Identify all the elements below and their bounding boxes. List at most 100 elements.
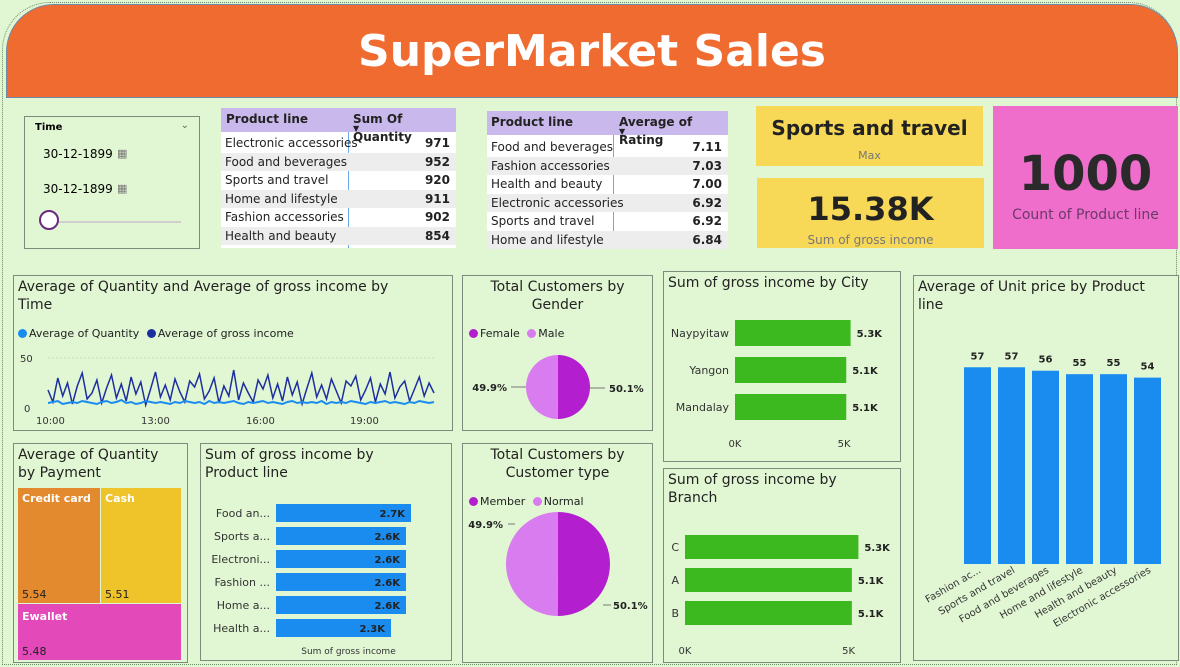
time-series-panel: Average of Quantity and Average of gross…	[13, 275, 453, 431]
customer-type-panel: Total Customers by Customer type Member …	[462, 443, 653, 663]
table-cell-value[interactable]: 920	[425, 171, 450, 189]
y-tick-label: 0	[24, 404, 30, 415]
time-slicer[interactable]: Time ⌄ 30-12-1899 ▦ 30-12-1899 ▦	[24, 116, 200, 249]
column-header[interactable]: Average of Rating	[619, 113, 728, 147]
sort-icon[interactable]: ▼	[353, 124, 359, 133]
legend-label[interactable]: Average of gross income	[158, 327, 294, 340]
bar	[735, 320, 851, 346]
slider-handle[interactable]	[39, 210, 59, 230]
category-label: Health a...	[213, 622, 270, 635]
x-axis-label: Sum of gross income	[301, 647, 396, 657]
tile-value: 5.51	[105, 588, 130, 601]
chart-title: Sum of gross income by Product line	[205, 447, 374, 481]
kpi-label: Sum of gross income	[807, 233, 934, 247]
table-cell-value[interactable]: 7.11	[692, 138, 722, 156]
kpi-value: Sports and travel	[771, 116, 968, 140]
data-label: 5.3K	[864, 543, 891, 554]
category-label: Mandalay	[676, 401, 730, 414]
data-label: 50.1%	[613, 601, 648, 612]
bar	[685, 601, 852, 625]
table-cell-product[interactable]: Fashion accessories	[491, 157, 610, 175]
table-cell-value[interactable]: 911	[425, 190, 450, 208]
table-cell-product[interactable]: Sports and travel	[491, 212, 594, 230]
tile-value: 5.54	[22, 588, 47, 601]
bar	[735, 357, 847, 383]
table-cell-product[interactable]: Fashion accessories	[225, 208, 344, 226]
city-bar-chart[interactable]: Naypyitaw 5.3K Yangon 5.1K Mandalay 5.1K 0K 5K	[664, 296, 900, 461]
treemap-tile[interactable]: Cash 5.51	[101, 488, 181, 603]
table-cell-product[interactable]: Food and beverages	[225, 153, 347, 171]
bar	[964, 367, 991, 564]
bar	[685, 568, 852, 592]
legend-label[interactable]: Average of Quantity	[29, 327, 139, 340]
start-date-field[interactable]: 30-12-1899	[43, 147, 113, 161]
legend-swatch	[18, 329, 27, 338]
chart-title: Average of Quantity and Average of gross…	[18, 279, 389, 313]
treemap-tile[interactable]: Credit card 5.54	[18, 488, 100, 603]
table-cell-value[interactable]: 854	[425, 227, 450, 245]
quantity-table: Product line Sum Of Quantity ▼ Electroni…	[221, 108, 456, 248]
table-cell-value[interactable]: 7.00	[692, 175, 722, 193]
title-banner: SuperMarket Sales	[6, 4, 1178, 98]
bar	[685, 535, 859, 559]
sort-icon[interactable]: ▼	[619, 127, 625, 136]
table-cell-product[interactable]: Health and beauty	[491, 175, 602, 193]
gender-pie-chart[interactable]: 50.1% 49.9%	[463, 342, 652, 432]
table-cell-value[interactable]: 6.84	[692, 231, 722, 249]
table-cell-value[interactable]: 902	[425, 208, 450, 226]
bar	[1100, 374, 1127, 564]
branch-bar-chart[interactable]: C 5.3K A 5.1K B 5.1K 0K 5K	[664, 513, 900, 663]
category-label: Electroni...	[211, 553, 270, 566]
table-cell-product[interactable]: Home and lifestyle	[491, 231, 604, 249]
end-date-field[interactable]: 30-12-1899	[43, 182, 113, 196]
legend-label[interactable]: Male	[538, 327, 564, 340]
table-cell-product[interactable]: Food and beverages	[491, 138, 613, 156]
table-cell-product[interactable]: Sports and travel	[225, 171, 328, 189]
customer-type-pie-chart[interactable]: 50.1% 49.9%	[463, 510, 652, 660]
unit-price-bar-chart[interactable]: 57Fashion ac...57Sports and travel56Food…	[914, 320, 1178, 660]
time-series-chart[interactable]: 50 0 10:00 13:00 16:00 19:00	[14, 342, 452, 432]
category-label: Home a...	[217, 599, 270, 612]
data-label: 56	[1039, 355, 1053, 366]
column-header[interactable]: Product line	[226, 110, 308, 128]
legend-swatch	[469, 497, 478, 506]
product-income-bar-chart[interactable]: Food an... 2.7K Sports a... 2.6K Electroni..…	[201, 488, 451, 662]
category-label: Naypyitaw	[671, 327, 729, 340]
payment-panel: Average of Quantity by Payment Credit ca…	[13, 443, 188, 663]
chart-title: Total Customers by Customer type	[490, 447, 625, 481]
legend-label[interactable]: Female	[480, 327, 520, 340]
calendar-icon[interactable]: ▦	[117, 147, 127, 160]
table-cell-product[interactable]: Home and lifestyle	[225, 190, 338, 208]
city-panel: Sum of gross income by City Naypyitaw 5.3…	[663, 271, 901, 462]
bar	[735, 394, 847, 420]
table-cell-value[interactable]: 6.92	[692, 194, 722, 212]
table-cell-value[interactable]: 971	[425, 134, 450, 152]
calendar-icon[interactable]: ▦	[117, 182, 127, 195]
data-label: 57	[1005, 351, 1019, 362]
chart-title: Sum of gross income by City	[668, 275, 869, 291]
legend-label[interactable]: Member	[480, 495, 525, 508]
column-header[interactable]: Product line	[491, 113, 573, 131]
treemap-tile[interactable]: Ewallet 5.48	[18, 604, 181, 660]
table-cell-value[interactable]: 6.92	[692, 212, 722, 230]
kpi-gross-income: 15.38K Sum of gross income	[757, 178, 984, 248]
chevron-down-icon[interactable]: ⌄	[181, 120, 189, 131]
table-cell-value[interactable]: 952	[425, 153, 450, 171]
data-label: 2.6K	[375, 601, 402, 612]
chart-title: Total Customers by Gender	[490, 279, 625, 313]
slider-track[interactable]	[49, 221, 181, 223]
data-label: 49.9%	[468, 520, 503, 531]
product-income-panel: Sum of gross income by Product line Food…	[200, 443, 452, 661]
slicer-label: Time	[35, 122, 63, 133]
bar	[1032, 370, 1059, 564]
table-cell-value[interactable]: 7.03	[692, 157, 722, 175]
legend-label[interactable]: Normal	[544, 495, 584, 508]
x-tick-label: 0K	[679, 646, 692, 657]
column-header[interactable]: Sum Of Quantity	[353, 110, 456, 144]
table-cell-product[interactable]: Health and beauty	[225, 227, 336, 245]
table-cell-product[interactable]: Electronic accessories	[491, 194, 624, 212]
tile-label: Ewallet	[22, 610, 68, 623]
x-tick-label: 16:00	[246, 416, 275, 427]
table-cell-product[interactable]: Electronic accessories	[225, 134, 358, 152]
chart-legend: Average of Quantity Average of gross inc…	[18, 327, 294, 340]
